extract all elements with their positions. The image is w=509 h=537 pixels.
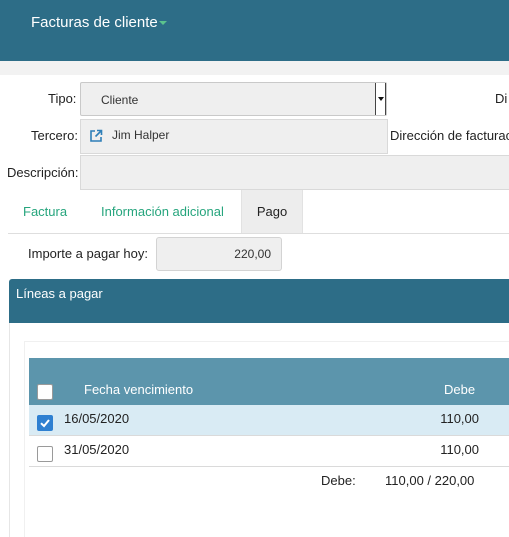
tercero-label: Tercero: <box>31 128 78 143</box>
tipo-value: Cliente <box>101 93 139 107</box>
table-row[interactable]: 31/05/2020 110,00 <box>29 436 509 467</box>
importe-label: Importe a pagar hoy: <box>28 246 148 261</box>
tercero-value[interactable]: Jim Halper <box>112 128 169 142</box>
row-fecha: 16/05/2020 <box>64 411 130 426</box>
lines-panel-title: Líneas a pagar <box>16 286 103 301</box>
tab-informacion-adicional[interactable]: Información adicional <box>101 190 224 233</box>
total-label: Debe: <box>321 473 356 488</box>
column-fecha-vencimiento[interactable]: Fecha vencimiento <box>84 382 193 397</box>
table-row[interactable]: 16/05/2020 110,00 <box>29 405 509 436</box>
di-label: Di <box>495 91 508 106</box>
tipo-label: Tipo: <box>48 91 77 106</box>
direccion-label: Dirección de facturac <box>390 128 509 143</box>
descripcion-input[interactable] <box>80 155 509 190</box>
check-icon <box>40 419 50 428</box>
row-checkbox[interactable] <box>37 446 53 462</box>
descripcion-label: Descripción: <box>7 165 79 180</box>
chevron-down-icon <box>378 97 384 101</box>
row-debe: 110,00 <box>440 442 479 457</box>
row-fecha: 31/05/2020 <box>64 442 130 457</box>
header-spacer <box>0 61 509 75</box>
tipo-select[interactable]: Cliente <box>80 82 387 116</box>
row-checkbox[interactable] <box>37 415 53 431</box>
tab-pago[interactable]: Pago <box>241 190 303 233</box>
tercero-field[interactable]: Jim Halper <box>80 119 388 154</box>
table-header: Fecha vencimiento Debe <box>29 358 509 405</box>
lines-panel-header: Líneas a pagar <box>9 279 509 323</box>
caret-down-icon[interactable] <box>159 21 167 25</box>
total-value: 110,00 / 220,00 <box>385 473 475 488</box>
column-debe[interactable]: Debe <box>444 382 475 397</box>
external-link-icon[interactable] <box>89 129 103 143</box>
importe-input[interactable]: 220,00 <box>156 237 282 271</box>
row-debe: 110,00 <box>440 411 479 426</box>
top-bar: Facturas de cliente <box>0 0 509 61</box>
select-all-checkbox[interactable] <box>37 384 53 400</box>
page-title[interactable]: Facturas de cliente <box>31 14 158 31</box>
tab-factura[interactable]: Factura <box>23 190 67 233</box>
select-arrow[interactable] <box>375 83 386 115</box>
tab-bar: Factura Información adicional Pago <box>8 190 509 234</box>
